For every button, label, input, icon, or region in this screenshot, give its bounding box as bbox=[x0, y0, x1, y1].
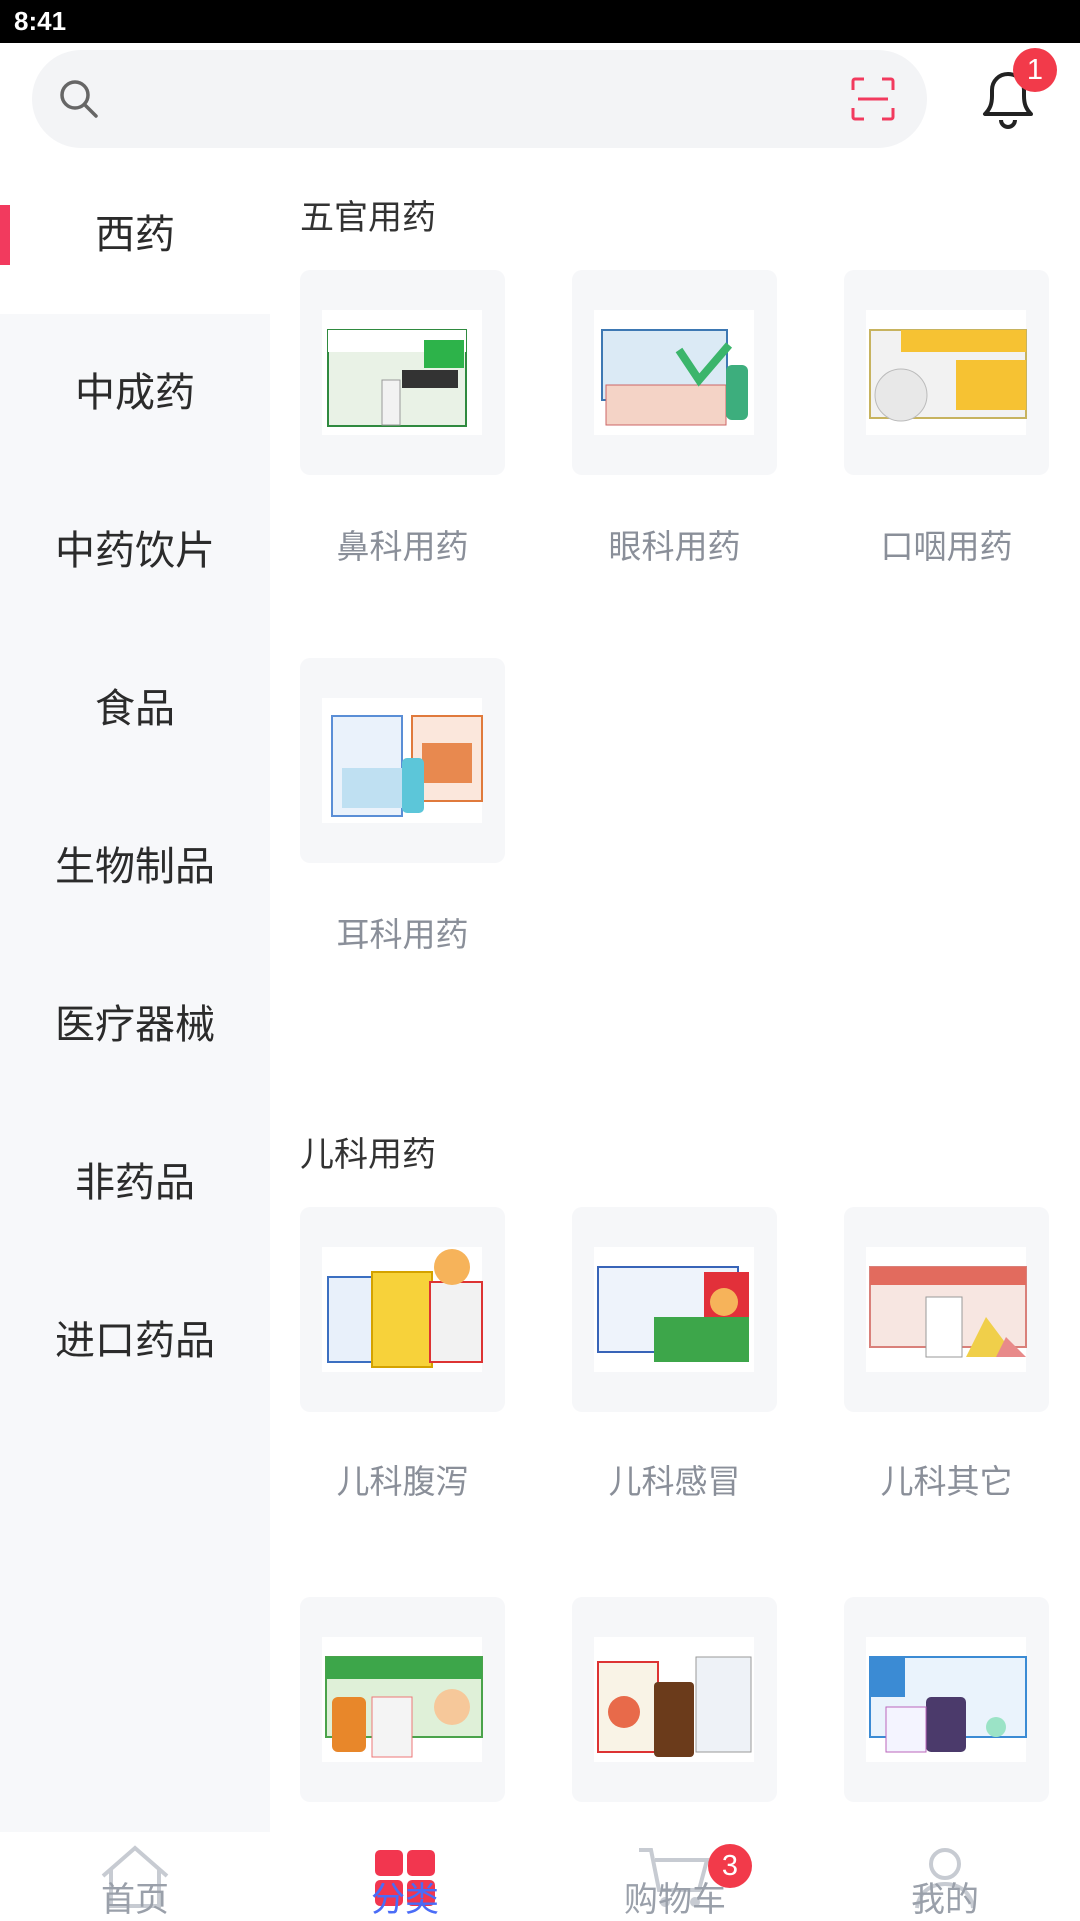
sidebar-item-biologics[interactable]: 生物制品 bbox=[0, 788, 270, 946]
product-card-pediatric-cold[interactable] bbox=[572, 1207, 777, 1412]
product-image bbox=[594, 1637, 754, 1762]
sidebar-item-label: 西药 bbox=[95, 212, 175, 258]
status-bar: 8:41 bbox=[0, 0, 1080, 43]
scan-icon[interactable] bbox=[850, 76, 896, 122]
tab-category[interactable]: 分类 bbox=[270, 1832, 540, 1920]
product-image bbox=[866, 310, 1027, 435]
cart-badge: 3 bbox=[708, 1844, 752, 1888]
product-label: 鼻科用药 bbox=[336, 527, 469, 566]
product-image bbox=[322, 310, 482, 435]
product-card-throat[interactable] bbox=[844, 270, 1049, 475]
sidebar-item-label: 医疗器械 bbox=[55, 1002, 215, 1048]
search-icon bbox=[60, 80, 98, 118]
sidebar-item-western-medicine[interactable]: 西药 bbox=[0, 156, 270, 314]
sidebar-item-medical-devices[interactable]: 医疗器械 bbox=[0, 946, 270, 1104]
sidebar-item-label: 中成药 bbox=[75, 370, 195, 416]
sidebar-item-label: 生物制品 bbox=[55, 844, 215, 890]
product-card-pediatric-diarrhea[interactable] bbox=[300, 1207, 505, 1412]
sidebar-item-herbal-pieces[interactable]: 中药饮片 bbox=[0, 472, 270, 630]
sidebar-item-label: 非药品 bbox=[75, 1160, 195, 1206]
sidebar-item-chinese-patent-medicine[interactable]: 中成药 bbox=[0, 314, 270, 472]
product-card-pediatric-6[interactable] bbox=[844, 1597, 1049, 1802]
sidebar-item-non-drugs[interactable]: 非药品 bbox=[0, 1104, 270, 1262]
sidebar-item-food[interactable]: 食品 bbox=[0, 630, 270, 788]
product-card-nasal[interactable] bbox=[300, 270, 505, 475]
sidebar-item-label: 进口药品 bbox=[55, 1318, 215, 1364]
tab-profile[interactable]: 我的 bbox=[810, 1832, 1080, 1920]
product-label: 眼科用药 bbox=[608, 527, 741, 566]
sidebar-item-label: 食品 bbox=[95, 686, 175, 732]
product-card-pediatric-4[interactable] bbox=[300, 1597, 505, 1802]
search-bar[interactable] bbox=[32, 50, 927, 148]
product-label: 儿科腹泻 bbox=[336, 1462, 469, 1501]
tab-label: 首页 bbox=[101, 1880, 169, 1920]
product-card-eye[interactable] bbox=[572, 270, 777, 475]
product-image bbox=[322, 698, 483, 823]
product-label: 口咽用药 bbox=[880, 527, 1013, 566]
product-image bbox=[322, 1247, 483, 1372]
product-label: 耳科用药 bbox=[336, 915, 469, 954]
product-card-pediatric-other[interactable] bbox=[844, 1207, 1049, 1412]
product-image bbox=[594, 1247, 754, 1372]
product-image bbox=[594, 310, 754, 435]
tab-home[interactable]: 首页 bbox=[0, 1832, 270, 1920]
tab-label: 我的 bbox=[911, 1880, 979, 1920]
tab-cart[interactable]: 购物车 bbox=[540, 1832, 810, 1920]
product-card-pediatric-5[interactable] bbox=[572, 1597, 777, 1802]
sidebar-item-imported-drugs[interactable]: 进口药品 bbox=[0, 1262, 270, 1420]
active-indicator bbox=[0, 205, 10, 265]
tab-label: 分类 bbox=[371, 1880, 439, 1920]
product-image bbox=[866, 1637, 1027, 1762]
status-time: 8:41 bbox=[14, 6, 67, 36]
section-title: 儿科用药 bbox=[300, 1135, 436, 1175]
bottom-tab-bar: 首页 分类 购物车 我的 bbox=[0, 1832, 1080, 1920]
notification-badge: 1 bbox=[1013, 48, 1057, 92]
product-label: 儿科其它 bbox=[880, 1462, 1013, 1501]
product-image bbox=[866, 1247, 1027, 1372]
sidebar-item-label: 中药饮片 bbox=[55, 528, 215, 574]
product-card-ear[interactable] bbox=[300, 658, 505, 863]
tab-label: 购物车 bbox=[624, 1880, 726, 1920]
category-sidebar: 西药 中成药 中药饮片 食品 生物制品 医疗器械 非药品 进口药品 bbox=[0, 156, 270, 1832]
section-title: 五官用药 bbox=[300, 198, 436, 238]
product-label: 儿科感冒 bbox=[608, 1462, 741, 1501]
product-image bbox=[322, 1637, 483, 1762]
